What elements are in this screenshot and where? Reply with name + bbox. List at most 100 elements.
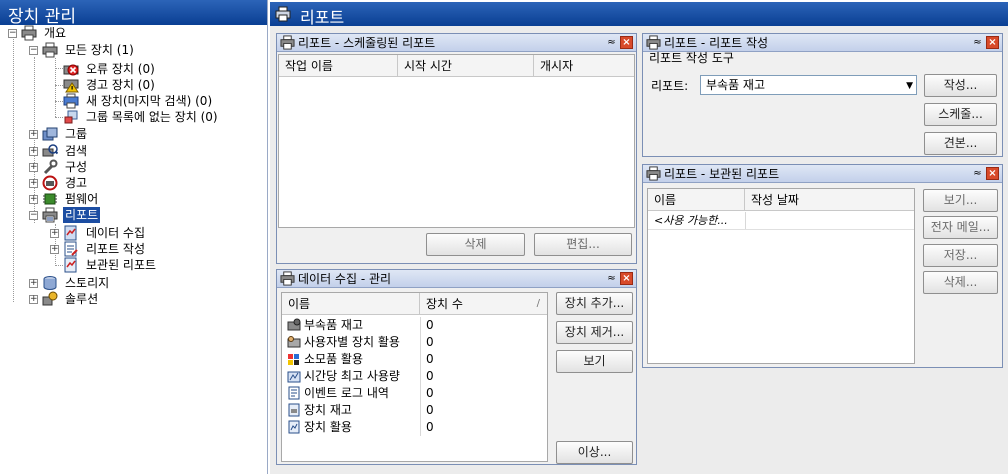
device-management-title: 장치 관리 xyxy=(0,0,267,27)
list-item[interactable]: 부속품 재고 0 xyxy=(282,317,547,334)
tree-node-report-authoring[interactable]: + 리포트 작성 xyxy=(50,241,190,257)
delete-report-button[interactable]: 삭제... xyxy=(923,271,998,294)
remove-device-button[interactable]: 장치 제거... xyxy=(556,321,633,344)
data-collection-list[interactable]: 이름 장치 수 / 부속품 재고 0 사용자별 장치 활용 0 소모품 활용 0… xyxy=(281,292,548,462)
data-collection-panel: 데이터 수집 - 관리 ≈ × 이름 장치 수 / 부속품 재고 0 사용자별 … xyxy=(276,269,637,465)
tree-node-search[interactable]: + 검색 xyxy=(29,143,149,159)
column-header-device-count[interactable]: 장치 수 / xyxy=(420,293,547,315)
expand-icon[interactable]: + xyxy=(29,179,38,188)
column-header-created-date[interactable]: 작성 날짜 xyxy=(745,189,914,211)
new-printer-icon xyxy=(63,93,79,109)
collapse-icon[interactable]: − xyxy=(29,46,38,55)
close-icon[interactable]: × xyxy=(986,36,999,49)
column-header-initiator[interactable]: 개시자 xyxy=(534,55,634,77)
tree-node-storage[interactable]: + 스토리지 xyxy=(29,275,149,291)
report-authoring-icon xyxy=(64,241,78,257)
expand-icon[interactable]: + xyxy=(29,279,38,288)
email-button[interactable]: 전자 메일... xyxy=(923,216,998,239)
tree-node-archived-reports[interactable]: 보관된 리포트 xyxy=(50,257,190,273)
parts-inventory-icon xyxy=(287,318,301,331)
create-button[interactable]: 작성... xyxy=(924,74,997,97)
tree-node-solutions[interactable]: + 솔루션 xyxy=(29,291,149,307)
item-name: 부속품 재고 xyxy=(304,318,364,332)
tree-node-ungrouped-devices[interactable]: 그룹 목록에 없는 장치 (0) xyxy=(50,109,260,125)
tree-node-groups[interactable]: + 그룹 xyxy=(29,126,149,142)
column-header-name[interactable]: 이름 xyxy=(282,293,420,315)
item-count: 0 xyxy=(426,352,434,366)
expand-icon[interactable]: + xyxy=(29,195,38,204)
tree-node-warning-devices[interactable]: 경고 장치 (0) xyxy=(50,77,210,93)
delete-button[interactable]: 삭제 xyxy=(426,233,525,256)
printer-icon xyxy=(21,25,37,41)
event-log-icon xyxy=(288,386,300,400)
list-item[interactable]: 이벤트 로그 내역 0 xyxy=(282,385,547,402)
tree-node-alerts[interactable]: + 경고 xyxy=(29,175,149,191)
tree-label: 솔루션 xyxy=(65,292,99,306)
expand-icon[interactable]: + xyxy=(50,229,59,238)
panel-titlebar: 리포트 - 보관된 리포트 ≈ × xyxy=(643,165,1002,183)
edit-button[interactable]: 편집... xyxy=(534,233,632,256)
tree-node-config[interactable]: + 구성 xyxy=(29,159,149,175)
close-icon[interactable]: × xyxy=(620,272,633,285)
list-item[interactable]: 장치 재고 0 xyxy=(282,402,547,419)
sample-button[interactable]: 견본... xyxy=(924,132,997,155)
archived-reports-list[interactable]: 이름 작성 날짜 <사용 가능한... xyxy=(647,188,915,364)
view-button[interactable]: 보기 xyxy=(556,350,633,373)
list-item[interactable]: 소모품 활용 0 xyxy=(282,351,547,368)
tree-label: 새 장치(마지막 검색) (0) xyxy=(86,94,213,108)
report-printer-icon xyxy=(646,35,661,50)
save-button[interactable]: 저장... xyxy=(923,244,998,267)
list-item[interactable]: 장치 활용 0 xyxy=(282,419,547,436)
collapse-icon[interactable]: − xyxy=(29,211,38,220)
minimize-icon[interactable]: ≈ xyxy=(605,272,618,285)
tree-node-firmware[interactable]: + 펌웨어 xyxy=(29,191,149,207)
minimize-icon[interactable]: ≈ xyxy=(971,167,984,180)
scheduled-jobs-list[interactable]: 작업 이름 시작 시간 개시자 xyxy=(278,54,635,228)
schedule-button[interactable]: 스케줄... xyxy=(924,103,997,126)
data-collection-icon xyxy=(64,225,77,241)
supplies-icon xyxy=(288,354,299,365)
report-printer-icon xyxy=(280,271,295,286)
tree-label: 데이터 수집 xyxy=(86,226,146,240)
dropdown-arrow-icon[interactable]: ▼ xyxy=(906,77,913,95)
close-icon[interactable]: × xyxy=(986,167,999,180)
user-device-icon xyxy=(287,336,301,348)
column-header-start-time[interactable]: 시작 시간 xyxy=(398,55,534,77)
minimize-icon[interactable]: ≈ xyxy=(605,36,618,49)
sort-indicator-icon: / xyxy=(536,298,540,309)
tree-guide xyxy=(13,39,14,302)
close-icon[interactable]: × xyxy=(620,36,633,49)
tree-node-error-devices[interactable]: 오류 장치 (0) xyxy=(50,61,210,77)
report-select[interactable]: 부속품 재고 ▼ xyxy=(700,75,917,95)
list-item[interactable]: 사용자별 장치 활용 0 xyxy=(282,334,547,351)
minimize-icon[interactable]: ≈ xyxy=(971,36,984,49)
panel-titlebar: 리포트 - 스케줄링된 리포트 ≈ × xyxy=(277,34,636,52)
expand-icon[interactable]: + xyxy=(29,147,38,156)
item-count: 0 xyxy=(426,369,434,383)
expand-icon[interactable]: + xyxy=(29,130,38,139)
report-select-value: 부속품 재고 xyxy=(706,78,766,92)
tree-label: 보관된 리포트 xyxy=(86,258,157,272)
item-count: 0 xyxy=(426,403,434,417)
device-usage-icon xyxy=(288,420,300,434)
add-device-button[interactable]: 장치 추가... xyxy=(556,292,633,315)
list-item[interactable]: <사용 가능한... xyxy=(648,212,914,230)
column-header-job-name[interactable]: 작업 이름 xyxy=(279,55,398,77)
search-icon xyxy=(42,144,58,157)
view-report-button[interactable]: 보기... xyxy=(923,189,998,212)
report-printer-icon xyxy=(275,6,291,22)
collapse-icon[interactable]: − xyxy=(8,29,17,38)
list-item[interactable]: 시간당 최고 사용량 0 xyxy=(282,368,547,385)
tree-label: 구성 xyxy=(65,160,88,174)
expand-icon[interactable]: + xyxy=(29,295,38,304)
tree-node-overview[interactable]: − 개요 xyxy=(8,25,128,41)
expand-icon[interactable]: + xyxy=(50,245,59,254)
panel-title: 리포트 - 보관된 리포트 xyxy=(664,167,780,181)
expand-icon[interactable]: + xyxy=(29,163,38,172)
tree-node-all-devices[interactable]: − 모든 장치 (1) xyxy=(29,42,189,58)
tree-node-new-devices[interactable]: 새 장치(마지막 검색) (0) xyxy=(50,93,250,109)
tree-node-data-collection[interactable]: + 데이터 수집 xyxy=(50,225,190,241)
column-header-name[interactable]: 이름 xyxy=(648,189,745,211)
more-button[interactable]: 이상... xyxy=(556,441,633,464)
tree-node-reports[interactable]: − 리포트 xyxy=(29,207,149,223)
